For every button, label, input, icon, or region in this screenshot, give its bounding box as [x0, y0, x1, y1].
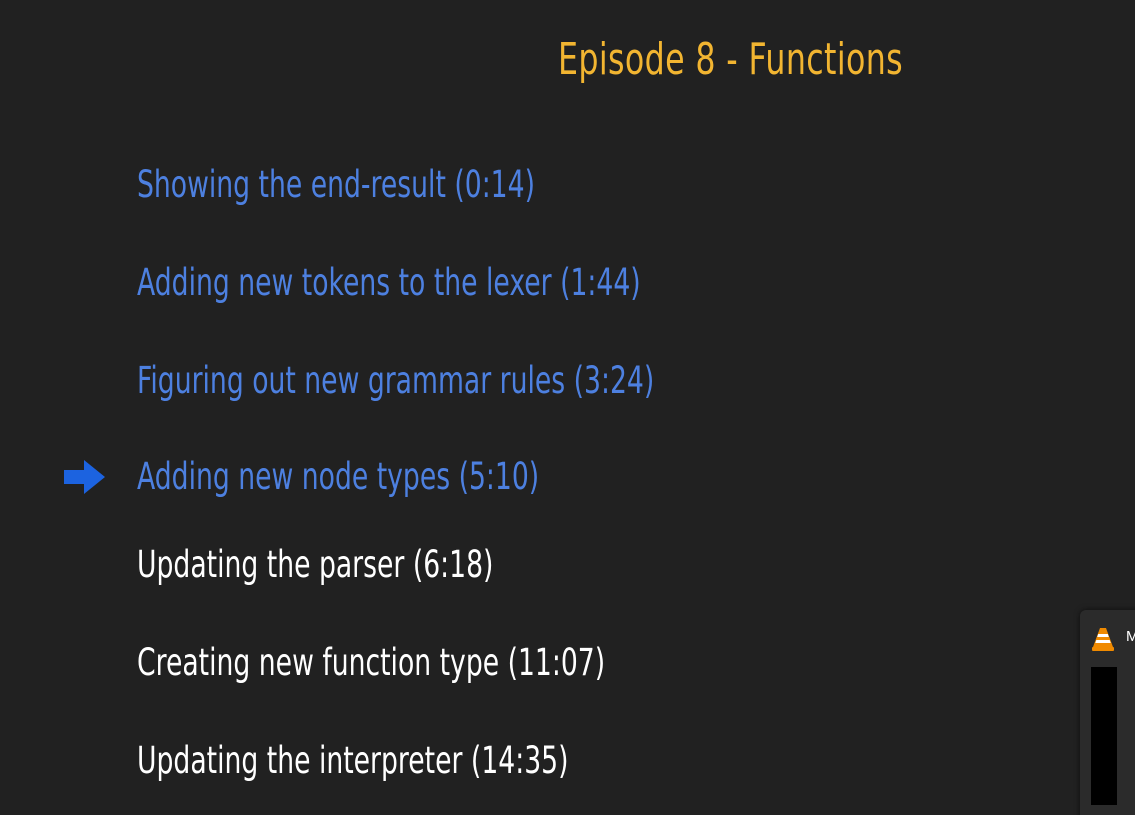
chapter-item-6: Creating new function type (11:07) — [137, 641, 606, 684]
video-frame: Episode 8 - Functions Showing the end-re… — [0, 0, 1135, 815]
thumbnail-image — [1091, 667, 1117, 805]
chapter-item-1: Showing the end-result (0:14) — [137, 163, 535, 206]
chapter-item-7: Updating the interpreter (14:35) — [137, 739, 569, 782]
taskbar-thumbnail-preview[interactable]: M — [1080, 610, 1135, 815]
chapter-item-4-current: Adding new node types (5:10) — [137, 455, 540, 498]
chapter-item-3: Figuring out new grammar rules (3:24) — [137, 359, 655, 402]
chapter-item-5: Updating the parser (6:18) — [137, 543, 494, 586]
vlc-cone-icon — [1092, 628, 1114, 651]
slide-title: Episode 8 - Functions — [558, 34, 904, 85]
arrow-right-icon — [64, 460, 105, 494]
thumbnail-title: M — [1126, 628, 1135, 645]
chapter-item-2: Adding new tokens to the lexer (1:44) — [137, 261, 641, 304]
